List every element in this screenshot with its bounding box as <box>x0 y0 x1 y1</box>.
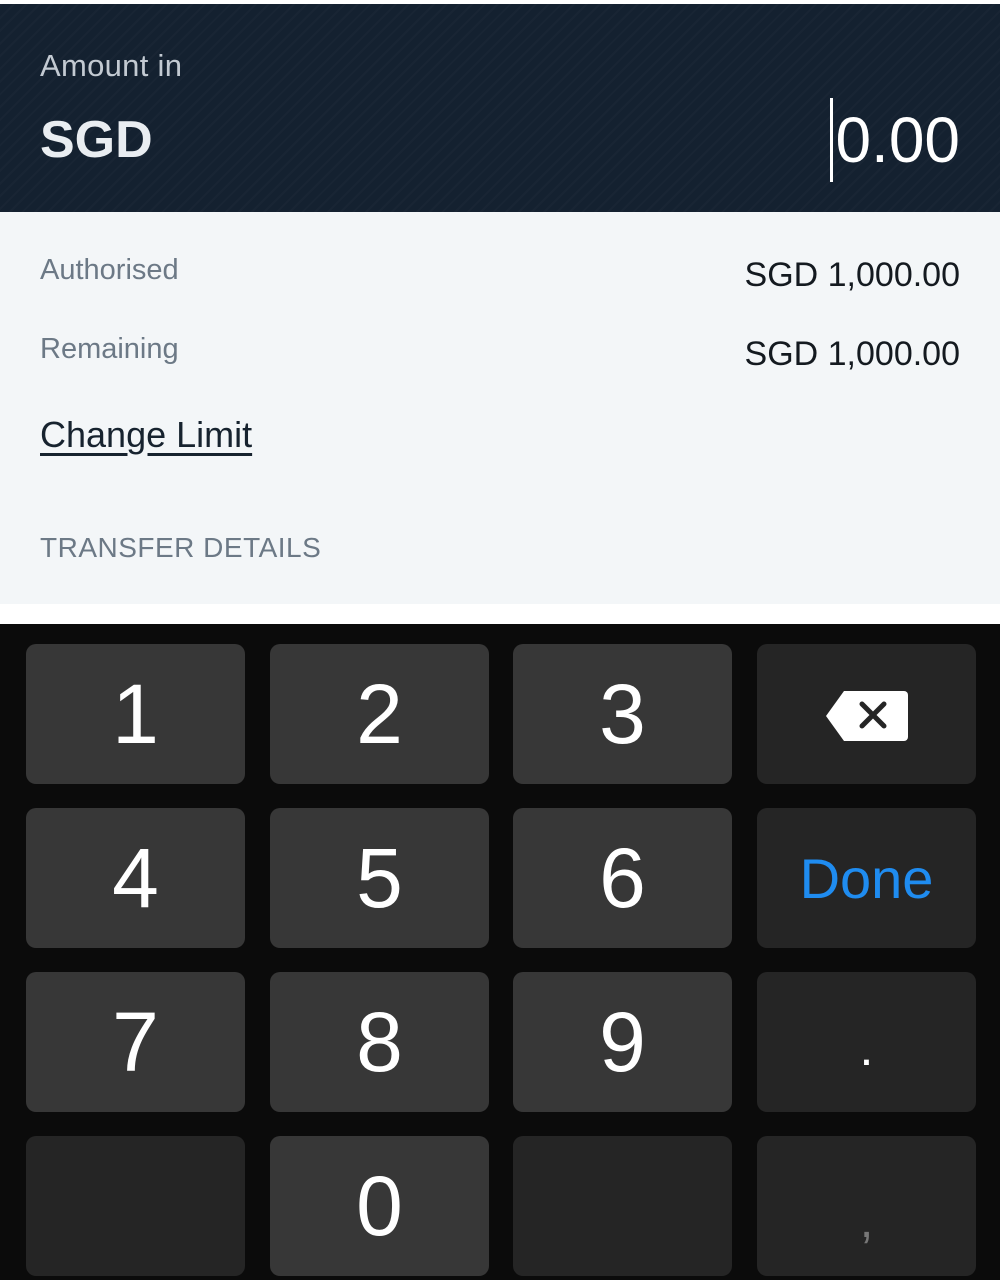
remaining-label: Remaining <box>40 333 179 365</box>
currency-code: SGD <box>40 111 153 169</box>
amount-value: 0.00 <box>835 104 960 176</box>
key-9[interactable]: 9 <box>513 972 732 1112</box>
authorised-value: SGD 1,000.00 <box>744 256 960 294</box>
empty-key-left <box>26 1136 245 1276</box>
key-6[interactable]: 6 <box>513 808 732 948</box>
done-label: Done <box>799 846 934 910</box>
limits-panel: Authorised SGD 1,000.00 Remaining SGD 1,… <box>0 212 1000 604</box>
text-caret <box>830 98 834 182</box>
decimal-key[interactable]: . <box>757 972 976 1112</box>
empty-key-right <box>513 1136 732 1276</box>
key-5[interactable]: 5 <box>270 808 489 948</box>
backspace-key[interactable] <box>757 644 976 784</box>
amount-header: Amount in SGD 0.00 <box>0 4 1000 212</box>
comma-label: , <box>859 1194 874 1248</box>
transfer-details-heading: TRANSFER DETAILS <box>40 532 322 563</box>
done-button[interactable]: Done <box>757 808 976 948</box>
amount-input[interactable]: 0.00 <box>830 98 960 182</box>
backspace-icon <box>824 666 910 763</box>
remaining-row: Remaining SGD 1,000.00 <box>40 333 960 377</box>
comma-key[interactable]: , <box>757 1136 976 1276</box>
key-8[interactable]: 8 <box>270 972 489 1112</box>
authorised-label: Authorised <box>40 254 179 286</box>
key-0[interactable]: 0 <box>270 1136 489 1276</box>
keyboard-divider <box>0 604 1000 624</box>
key-3[interactable]: 3 <box>513 644 732 784</box>
remaining-value: SGD 1,000.00 <box>744 335 960 373</box>
key-1[interactable]: 1 <box>26 644 245 784</box>
decimal-label: . <box>859 1020 874 1076</box>
numeric-keypad: 1 2 3 4 5 6 Done 7 8 9 . 0 , <box>0 624 1000 1280</box>
key-7[interactable]: 7 <box>26 972 245 1112</box>
key-4[interactable]: 4 <box>26 808 245 948</box>
change-limit-link[interactable]: Change Limit <box>40 414 252 456</box>
amount-caption: Amount in <box>40 48 183 83</box>
authorised-row: Authorised SGD 1,000.00 <box>40 254 960 298</box>
key-2[interactable]: 2 <box>270 644 489 784</box>
